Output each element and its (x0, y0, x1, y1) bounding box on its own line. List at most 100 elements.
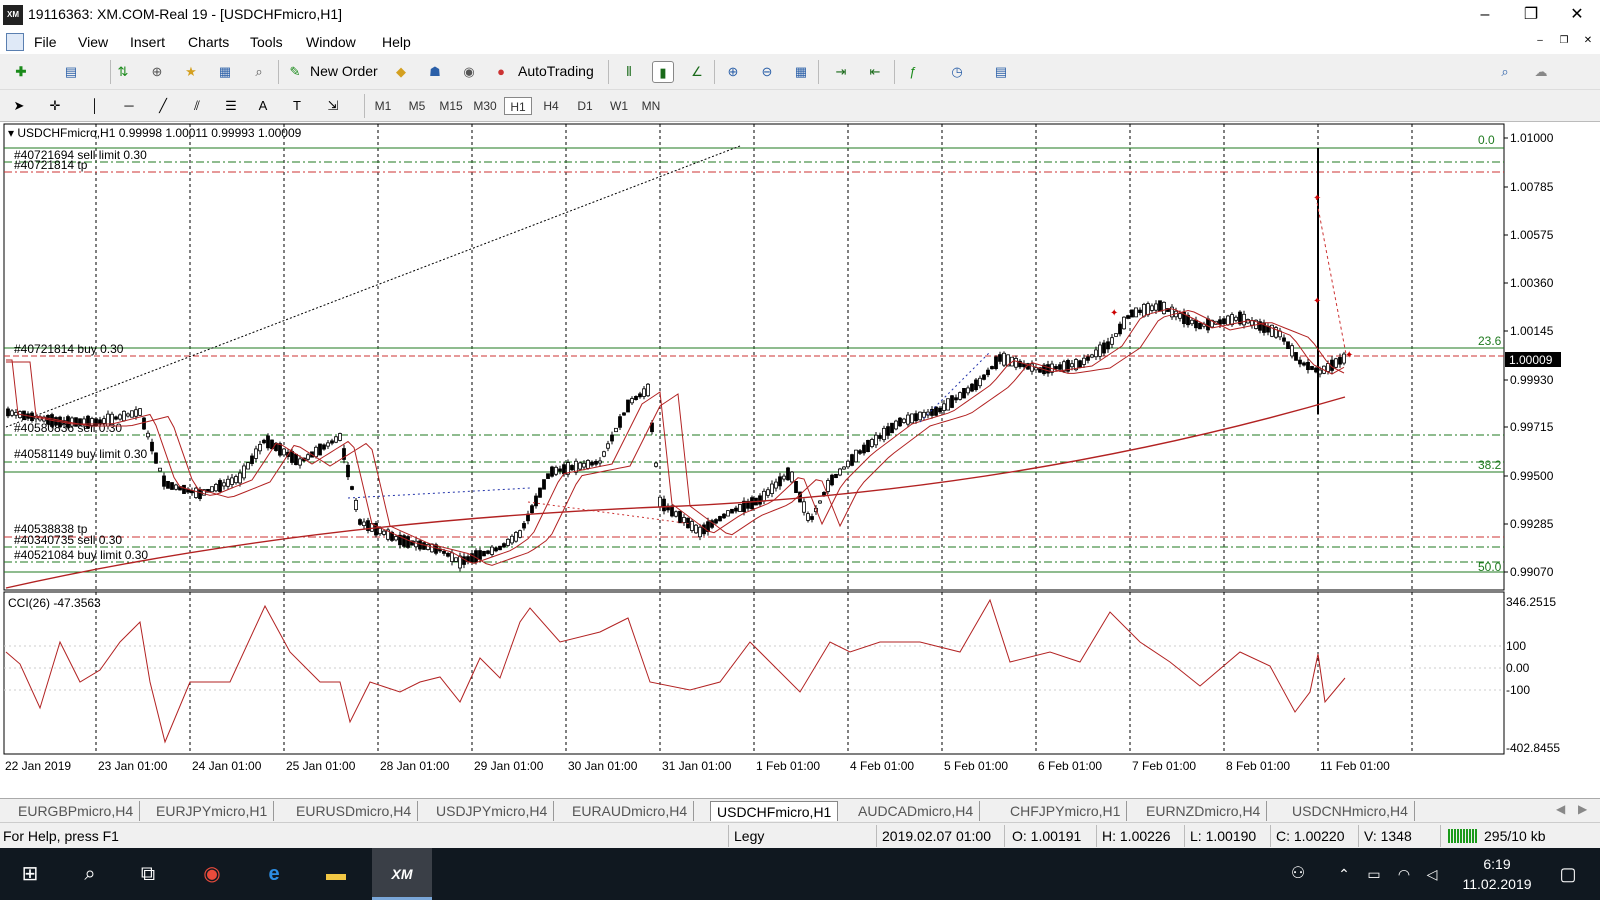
tab-scroll-left-icon[interactable]: ◀ (1556, 802, 1565, 816)
tab-usdjpy[interactable]: USDJPYmicro,H4 (430, 801, 555, 821)
edge-icon[interactable]: e (256, 856, 292, 892)
tf-h4[interactable]: H4 (538, 97, 564, 115)
signals-icon[interactable]: ☗ (424, 61, 446, 83)
candle-body (1178, 313, 1182, 319)
price-axis-label: 0.99070 (1510, 565, 1554, 579)
profiles-icon[interactable]: ▤ (60, 61, 82, 83)
tab-usdcnh[interactable]: USDCNHmicro,H4 (1286, 801, 1415, 821)
price-chart[interactable]: 22 Jan 2019 23 Jan 01:00 24 Jan 01:00 25 Ja… (0, 122, 1600, 798)
navigator-icon[interactable]: ★ (180, 61, 202, 83)
periods-icon[interactable]: ◷ (946, 61, 968, 83)
order-label: #40721814 tp (14, 158, 88, 172)
tab-scroll-right-icon[interactable]: ▶ (1578, 802, 1587, 816)
tf-m30[interactable]: M30 (470, 97, 500, 115)
xm-taskbar-app[interactable]: XM (372, 848, 432, 900)
new-chart-icon[interactable]: ✚ (10, 61, 32, 83)
metaeditor-icon[interactable]: ◆ (390, 61, 412, 83)
cursor-icon[interactable]: ➤ (8, 95, 30, 117)
new-order-button[interactable]: New Order (310, 63, 378, 79)
people-icon[interactable]: ⚇ (1280, 856, 1316, 892)
candle-body (170, 482, 174, 490)
candle-body (810, 516, 814, 520)
candle-body (1290, 345, 1294, 357)
vertical-line-icon[interactable]: │ (84, 95, 106, 117)
tf-h1[interactable]: H1 (504, 97, 532, 115)
menu-charts[interactable]: Charts (188, 34, 229, 50)
trendline-icon[interactable]: ╱ (152, 95, 174, 117)
menu-view[interactable]: View (78, 34, 108, 50)
fibonacci-icon[interactable]: ☰ (220, 95, 242, 117)
autotrading-button[interactable]: AutoTrading (518, 63, 594, 79)
menu-insert[interactable]: Insert (130, 34, 165, 50)
strategy-tester-icon[interactable]: ⌕ (248, 61, 270, 83)
tab-audcad[interactable]: AUDCADmicro,H4 (852, 801, 981, 821)
zoom-in-icon[interactable]: ⊕ (722, 61, 744, 83)
tab-eurjpy[interactable]: EURJPYmicro,H1 (150, 801, 275, 821)
chart-window[interactable]: 22 Jan 2019 23 Jan 01:00 24 Jan 01:00 25 Ja… (0, 122, 1600, 798)
templates-icon[interactable]: ▤ (990, 61, 1012, 83)
tab-eurnzd[interactable]: EURNZDmicro,H4 (1140, 801, 1268, 821)
minimize-button[interactable]: – (1462, 0, 1508, 30)
maximize-button[interactable]: ❐ (1508, 0, 1554, 30)
tf-m5[interactable]: M5 (404, 97, 430, 115)
tab-usdchf[interactable]: USDCHFmicro,H1 (710, 801, 839, 821)
line-chart-icon[interactable]: ∠ (686, 61, 708, 83)
candle-body (562, 464, 566, 475)
candle-body (978, 377, 982, 387)
tf-d1[interactable]: D1 (572, 97, 598, 115)
tf-m1[interactable]: M1 (370, 97, 396, 115)
tf-mn[interactable]: MN (638, 97, 664, 115)
tab-chfjpy[interactable]: CHFJPYmicro,H1 (1004, 801, 1128, 821)
task-view-icon[interactable]: ⧉ (130, 856, 166, 892)
menu-tools[interactable]: Tools (250, 34, 283, 50)
mdi-minimize-button[interactable]: – (1532, 35, 1548, 49)
auto-scroll-icon[interactable]: ⇥ (830, 61, 852, 83)
tab-eurgbp[interactable]: EURGBPmicro,H4 (12, 801, 141, 821)
candle-body (1030, 363, 1034, 372)
market-icon[interactable]: ◉ (458, 61, 480, 83)
chat-icon[interactable]: ☁ (1530, 61, 1552, 83)
chrome-icon[interactable]: ◉ (194, 856, 230, 892)
menu-file[interactable]: File (34, 34, 57, 50)
candlestick-chart-icon[interactable]: ▮ (652, 61, 674, 83)
candle-body (982, 374, 986, 380)
search-icon[interactable]: ⌕ (1494, 61, 1516, 83)
arrows-icon[interactable]: ⇲ (322, 95, 344, 117)
text-label-icon[interactable]: T (286, 95, 308, 117)
tf-w1[interactable]: W1 (606, 97, 632, 115)
tf-m15[interactable]: M15 (436, 97, 466, 115)
menu-window[interactable]: Window (306, 34, 356, 50)
mdi-close-button[interactable]: ✕ (1580, 35, 1596, 49)
zoom-out-icon[interactable]: ⊖ (756, 61, 778, 83)
bar-chart-icon[interactable]: ⫴ (618, 61, 640, 83)
tab-eurusd[interactable]: EURUSDmicro,H4 (290, 801, 419, 821)
start-icon[interactable]: ⊞ (12, 856, 48, 892)
autotrading-icon[interactable]: ● (490, 61, 512, 83)
horizontal-line-icon[interactable]: ─ (118, 95, 140, 117)
volume-icon[interactable]: ◁ (1414, 856, 1450, 892)
crosshair-icon[interactable]: ✛ (44, 95, 66, 117)
search-taskbar-icon[interactable]: ⌕ (72, 856, 108, 892)
tile-windows-icon[interactable]: ▦ (790, 61, 812, 83)
channel-icon[interactable]: ⫽ (186, 95, 208, 117)
clock-time[interactable]: 6:19 (1462, 856, 1532, 872)
file-explorer-icon[interactable]: ▬ (318, 856, 354, 892)
tab-euraud[interactable]: EURAUDmicro,H4 (566, 801, 695, 821)
candle-body (1078, 360, 1082, 368)
candle-body (298, 458, 302, 466)
menu-help[interactable]: Help (382, 34, 411, 50)
data-window-icon[interactable]: ⊕ (146, 61, 168, 83)
terminal-icon[interactable]: ▦ (214, 61, 236, 83)
candle-body (626, 399, 630, 413)
candle-body (610, 434, 614, 442)
clock-date[interactable]: 11.02.2019 (1456, 876, 1538, 892)
text-icon[interactable]: A (252, 95, 274, 117)
notifications-icon[interactable]: ▢ (1550, 856, 1586, 892)
new-order-icon[interactable]: ✎ (284, 61, 306, 83)
mdi-restore-button[interactable]: ❐ (1556, 35, 1572, 49)
candle-body (794, 481, 798, 493)
chart-shift-icon[interactable]: ⇤ (864, 61, 886, 83)
market-watch-icon[interactable]: ⇅ (112, 61, 134, 83)
close-button[interactable]: ✕ (1554, 0, 1600, 30)
indicators-icon[interactable]: ƒ (902, 61, 924, 83)
